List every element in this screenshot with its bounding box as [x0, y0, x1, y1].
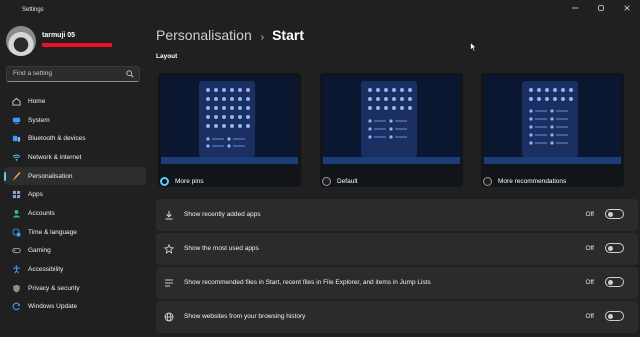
- maximize-button[interactable]: [588, 0, 614, 16]
- profile-name: tarmuji 05: [42, 32, 76, 39]
- sidebar-nav: Home System Bluetooth & devices Network …: [4, 92, 146, 316]
- apps-icon: [12, 190, 21, 199]
- recommended-files-toggle[interactable]: [605, 277, 624, 287]
- sidebar-item-gaming[interactable]: Gaming: [4, 242, 146, 261]
- toggle-state-text: Off: [585, 313, 594, 320]
- sidebar-item-bluetooth-devices[interactable]: Bluetooth & devices: [4, 129, 146, 148]
- layout-option-label: More pins: [175, 178, 204, 185]
- globe-icon: [164, 312, 174, 322]
- search-placeholder: Find a setting: [13, 70, 53, 77]
- sidebar-item-home[interactable]: Home: [4, 92, 146, 111]
- sidebar-item-label: Windows Update: [28, 303, 78, 311]
- sidebar-item-label: Network & internet: [28, 153, 82, 161]
- close-icon: [624, 5, 630, 11]
- globe-clock-icon: [12, 228, 21, 237]
- sidebar-item-label: System: [28, 116, 50, 124]
- start-menu-default-preview: [368, 88, 412, 139]
- breadcrumb-parent[interactable]: Personalisation: [156, 27, 252, 43]
- setting-label: Show recently added apps: [184, 211, 261, 218]
- setting-recommended-files[interactable]: Show recommended files in Start, recent …: [156, 267, 638, 299]
- main-content: Personalisation › Start Layout More pins…: [148, 22, 640, 337]
- sidebar-item-privacy-security[interactable]: Privacy & security: [4, 279, 146, 298]
- sidebar-item-label: Bluetooth & devices: [28, 135, 86, 143]
- sidebar-item-label: Privacy & security: [28, 284, 80, 292]
- layout-more-recommendations-preview[interactable]: [481, 73, 624, 187]
- sidebar-item-label: Home: [28, 97, 46, 105]
- layout-option-more-recommendations[interactable]: More recommendations: [483, 177, 566, 186]
- avatar: [6, 26, 36, 56]
- layout-default-preview[interactable]: [320, 73, 463, 187]
- layout-option-label: More recommendations: [498, 178, 567, 185]
- layout-option-label: Default: [337, 178, 358, 185]
- most-used-apps-toggle[interactable]: [605, 243, 624, 253]
- sidebar-item-system[interactable]: System: [4, 111, 146, 130]
- recently-added-apps-toggle[interactable]: [605, 209, 624, 219]
- list-icon: [165, 279, 173, 287]
- layout-section-label: Layout: [156, 53, 178, 60]
- breadcrumb: Personalisation › Start: [156, 27, 304, 43]
- bluetooth-icon: [12, 134, 21, 143]
- browsing-history-websites-toggle[interactable]: [605, 311, 624, 321]
- maximize-icon: [598, 5, 604, 11]
- minimize-icon: [571, 7, 579, 9]
- star-icon: [164, 244, 174, 254]
- close-button[interactable]: [614, 0, 640, 16]
- setting-most-used-apps[interactable]: Show the most used apps Off: [156, 233, 638, 265]
- update-icon: [12, 302, 21, 311]
- sidebar-item-apps[interactable]: Apps: [4, 185, 146, 204]
- toggle-state-text: Off: [585, 211, 594, 218]
- breadcrumb-separator: ›: [260, 32, 265, 43]
- sidebar-item-label: Time & language: [28, 228, 77, 236]
- title-bar: Settings: [0, 0, 640, 22]
- sidebar: tarmuji 05 Find a setting Home System Bl…: [0, 22, 148, 337]
- search-input[interactable]: Find a setting: [6, 66, 140, 82]
- start-menu-more-recommendations-preview: [529, 88, 573, 145]
- accessibility-icon: [12, 265, 21, 274]
- layout-option-default[interactable]: Default: [322, 177, 358, 186]
- window-title: Settings: [22, 7, 44, 13]
- setting-label: Show websites from your browsing history: [184, 313, 306, 320]
- radio-default[interactable]: [322, 177, 331, 186]
- sidebar-item-label: Gaming: [28, 247, 51, 255]
- brush-icon: [12, 171, 21, 181]
- layout-more-pins-preview[interactable]: [158, 73, 301, 187]
- setting-browsing-history-websites[interactable]: Show websites from your browsing history…: [156, 301, 638, 333]
- layout-option-more-pins[interactable]: More pins: [160, 177, 204, 186]
- account-icon: [12, 209, 21, 218]
- wifi-icon: [12, 153, 21, 162]
- window-controls: [562, 0, 640, 16]
- sidebar-item-windows-update[interactable]: Windows Update: [4, 298, 146, 317]
- setting-label: Show recommended files in Start, recent …: [184, 279, 431, 286]
- shield-icon: [12, 284, 21, 293]
- sidebar-item-accessibility[interactable]: Accessibility: [4, 260, 146, 279]
- sidebar-item-network[interactable]: Network & internet: [4, 148, 146, 167]
- sidebar-item-label: Accounts: [28, 209, 55, 217]
- redacted-email: [42, 43, 112, 47]
- sidebar-item-label: Apps: [28, 191, 43, 199]
- user-profile[interactable]: tarmuji 05: [6, 26, 146, 58]
- radio-more-recommendations[interactable]: [483, 177, 492, 186]
- mouse-cursor-icon: [470, 42, 477, 52]
- page-title: Start: [272, 27, 304, 43]
- sidebar-item-accounts[interactable]: Accounts: [4, 204, 146, 223]
- search-icon: [126, 70, 134, 78]
- start-menu-more-pins-preview: [206, 88, 250, 148]
- sidebar-item-personalisation[interactable]: Personalisation: [4, 166, 146, 186]
- system-icon: [12, 116, 21, 125]
- home-icon: [12, 97, 21, 106]
- setting-recently-added-apps[interactable]: Show recently added apps Off: [156, 199, 638, 231]
- sidebar-item-label: Personalisation: [28, 172, 73, 180]
- toggle-state-text: Off: [585, 245, 594, 252]
- download-icon: [165, 211, 173, 220]
- sidebar-item-time-language[interactable]: Time & language: [4, 223, 146, 242]
- setting-label: Show the most used apps: [184, 245, 259, 252]
- toggle-state-text: Off: [585, 279, 594, 286]
- sidebar-item-label: Accessibility: [28, 266, 64, 274]
- radio-more-pins[interactable]: [160, 177, 169, 186]
- minimize-button[interactable]: [562, 0, 588, 16]
- gamepad-icon: [12, 246, 21, 255]
